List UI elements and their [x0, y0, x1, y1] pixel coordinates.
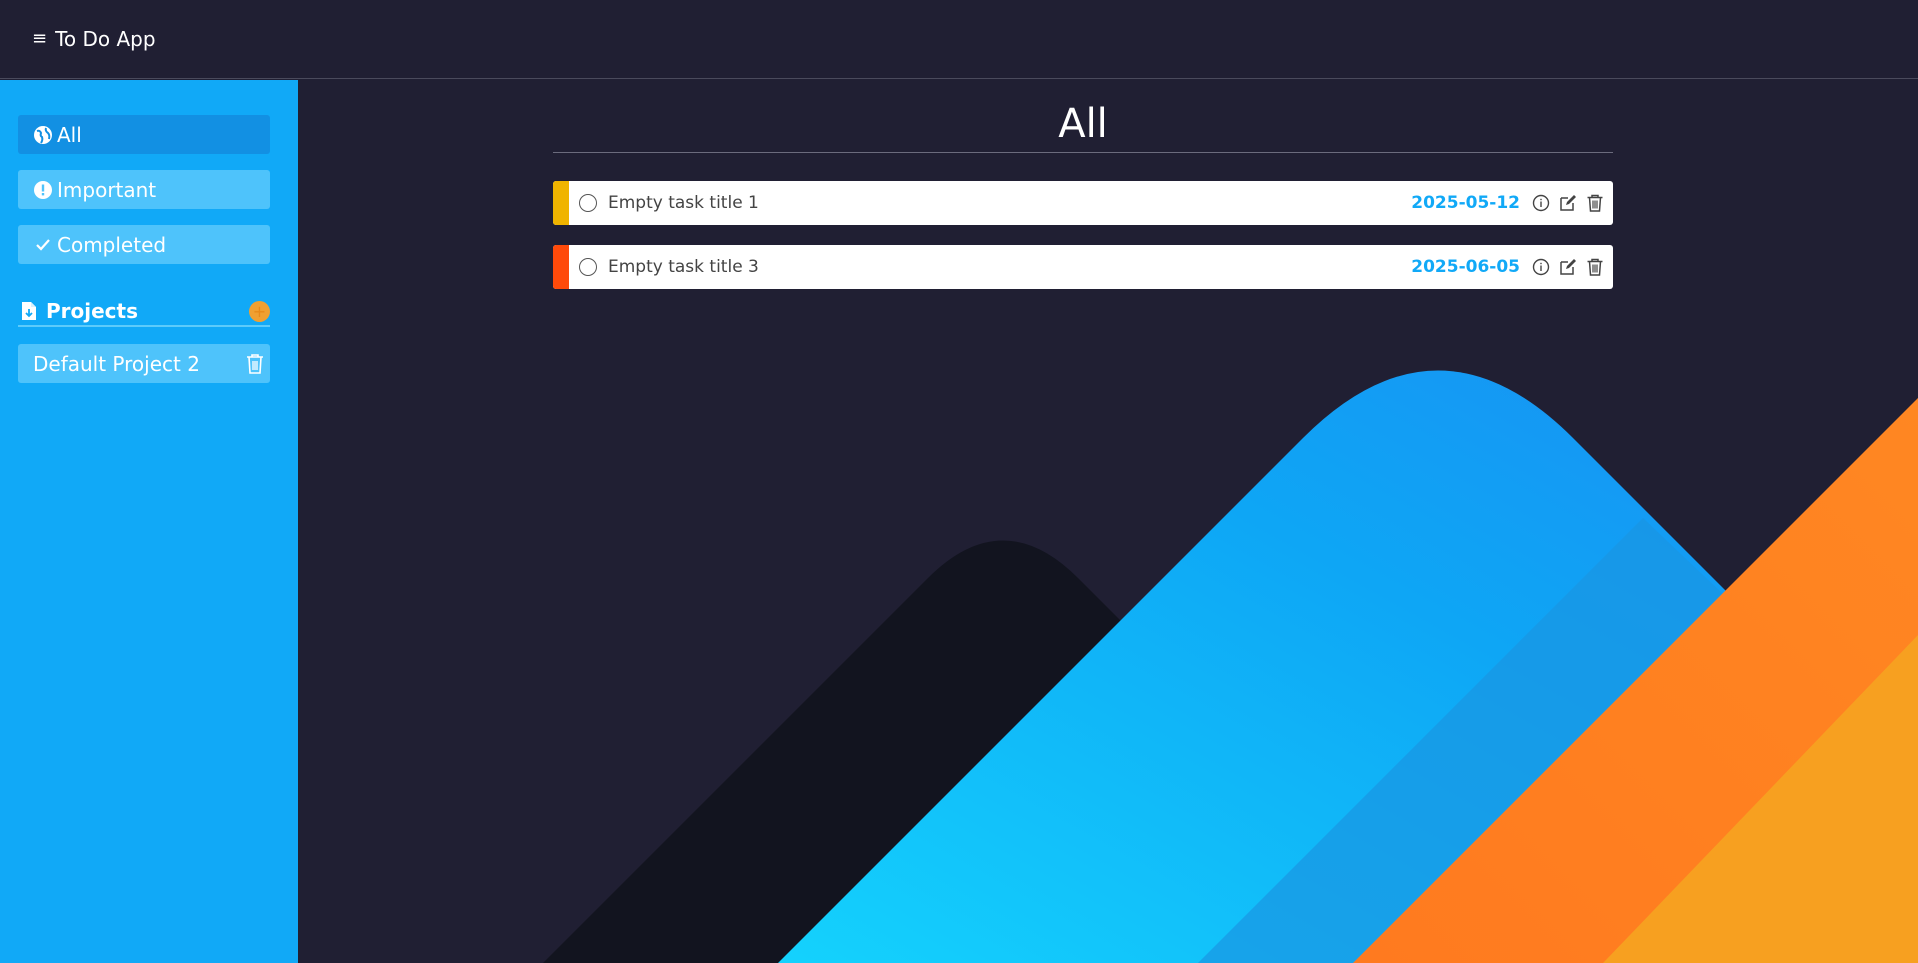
globe-icon: [32, 124, 53, 145]
task-checkbox[interactable]: [579, 194, 597, 212]
nav-label-all: All: [57, 122, 82, 147]
plus-icon[interactable]: +: [249, 301, 270, 322]
document-icon: [20, 301, 38, 321]
info-icon[interactable]: [1532, 258, 1550, 276]
projects-title: Projects: [46, 298, 139, 323]
edit-icon[interactable]: [1559, 194, 1577, 212]
page-title: All: [553, 100, 1613, 153]
task-date: 2025-06-05: [1411, 257, 1520, 277]
hamburger-icon[interactable]: ≡: [32, 30, 47, 48]
edit-icon[interactable]: [1559, 258, 1577, 276]
projects-header: Projects +: [18, 296, 270, 327]
task-checkbox[interactable]: [579, 258, 597, 276]
nav-item-all[interactable]: All: [18, 115, 270, 154]
task-list-area: All Empty task title 1 2025-05-12 Empty …: [553, 100, 1613, 289]
trash-icon[interactable]: [1586, 258, 1604, 276]
task-item[interactable]: Empty task title 3 2025-06-05: [553, 245, 1613, 289]
priority-indicator: [553, 181, 569, 225]
nav-label-important: Important: [57, 177, 157, 202]
nav-item-important[interactable]: Important: [18, 170, 270, 209]
sidebar: All Important Completed Projects + Defau…: [0, 80, 298, 963]
exclamation-icon: [32, 179, 53, 200]
trash-icon[interactable]: [1586, 194, 1604, 212]
project-label: Default Project 2: [33, 351, 200, 376]
priority-indicator: [553, 245, 569, 289]
nav-item-completed[interactable]: Completed: [18, 225, 270, 264]
task-title: Empty task title 1: [608, 193, 759, 213]
trash-icon[interactable]: [246, 353, 264, 374]
app-title: To Do App: [55, 27, 156, 51]
task-date: 2025-05-12: [1411, 193, 1520, 213]
top-bar: ≡ To Do App: [0, 0, 1918, 79]
nav-label-completed: Completed: [57, 232, 167, 257]
check-icon: [32, 234, 53, 255]
main-panel: All Empty task title 1 2025-05-12 Empty …: [298, 80, 1918, 963]
task-title: Empty task title 3: [608, 257, 759, 277]
info-icon[interactable]: [1532, 194, 1550, 212]
task-item[interactable]: Empty task title 1 2025-05-12: [553, 181, 1613, 225]
project-item-default-project-2[interactable]: Default Project 2: [18, 344, 270, 383]
